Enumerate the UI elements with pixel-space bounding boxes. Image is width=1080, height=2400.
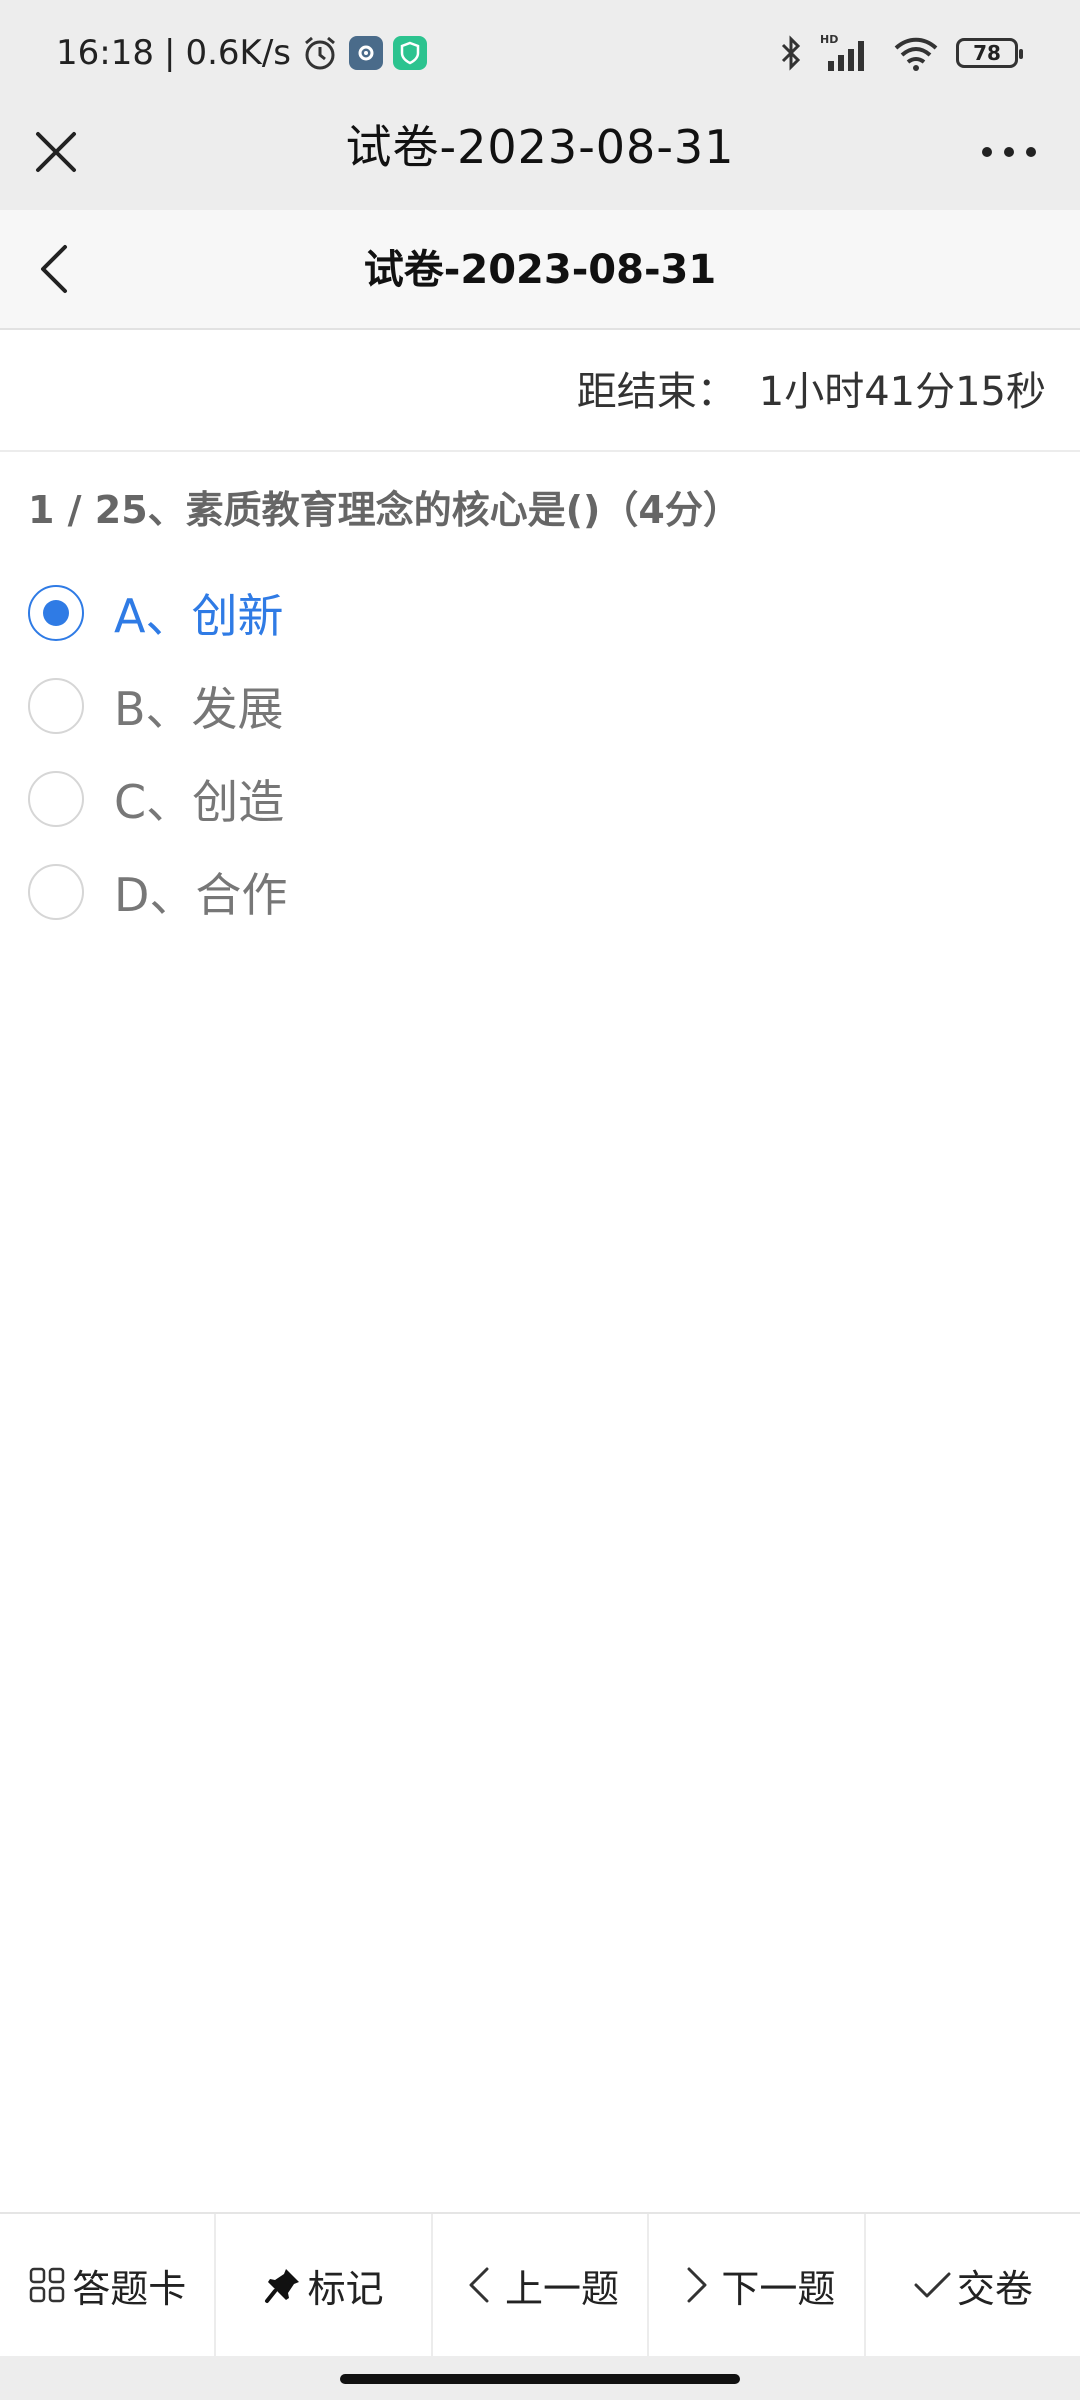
previous-question-button[interactable]: 上一题 xyxy=(433,2214,650,2356)
chevron-right-icon xyxy=(687,2267,707,2303)
question-text: 1 / 25、素质教育理念的核心是()（4分） xyxy=(28,488,741,532)
countdown-label: 距结束： xyxy=(576,369,737,415)
answer-card-button[interactable]: 答题卡 xyxy=(0,2214,217,2356)
radio-button-selected[interactable] xyxy=(28,584,84,641)
next-question-label: 下一题 xyxy=(721,2266,836,2311)
answer-card-label: 答题卡 xyxy=(72,2266,187,2311)
radio-button[interactable] xyxy=(28,863,84,920)
mark-label: 标记 xyxy=(307,2266,384,2311)
option-c[interactable]: C、创造 xyxy=(0,752,1080,845)
next-question-button[interactable]: 下一题 xyxy=(649,2214,866,2356)
countdown-row: 距结束： 1小时41分15秒 xyxy=(0,332,1080,452)
option-label: C、创造 xyxy=(114,774,285,829)
option-a[interactable]: A、创新 xyxy=(0,566,1080,659)
status-bar: 16:18 | 0.6K/s HD 78 xyxy=(0,0,1080,104)
submit-exam-button[interactable]: 交卷 xyxy=(866,2214,1080,2356)
signal-icon: HD xyxy=(820,33,864,71)
status-time: 16:18 xyxy=(56,33,154,73)
radio-button[interactable] xyxy=(28,677,84,734)
page-header: 试卷-2023-08-31 xyxy=(0,210,1080,330)
alarm-icon xyxy=(305,36,335,70)
option-label: B、发展 xyxy=(114,681,284,736)
home-indicator[interactable] xyxy=(340,2374,740,2384)
wifi-icon xyxy=(894,37,938,71)
network-speed: 0.6K/s xyxy=(185,33,291,73)
wechat-title: 试卷-2023-08-31 xyxy=(345,120,735,174)
option-d[interactable]: D、合作 xyxy=(0,845,1080,938)
shield-app-icon xyxy=(393,36,427,70)
radio-button[interactable] xyxy=(28,770,84,827)
status-left: 16:18 | 0.6K/s xyxy=(56,28,427,78)
page-title: 试卷-2023-08-31 xyxy=(363,247,717,293)
previous-question-label: 上一题 xyxy=(505,2266,620,2311)
pin-icon xyxy=(264,2269,299,2303)
gesture-area xyxy=(0,2356,1080,2400)
check-icon xyxy=(914,2272,951,2298)
status-right: HD 78 xyxy=(778,28,1023,78)
option-label: A、创新 xyxy=(114,588,284,643)
status-separator: | xyxy=(163,33,176,73)
grid-icon xyxy=(29,2267,65,2303)
gear-app-icon xyxy=(349,36,383,70)
option-label: D、合作 xyxy=(114,867,288,922)
submit-exam-label: 交卷 xyxy=(956,2266,1033,2311)
battery-icon: 78 xyxy=(956,38,1023,68)
answer-options: A、创新 B、发展 C、创造 D、合作 xyxy=(0,566,1080,938)
mark-button[interactable]: 标记 xyxy=(216,2214,433,2356)
more-icon xyxy=(982,147,1036,157)
more-button[interactable] xyxy=(974,124,1044,180)
bottom-toolbar: 答题卡 标记 上一题 下一题 交卷 xyxy=(0,2212,1080,2356)
countdown-value: 1小时41分15秒 xyxy=(758,369,1046,415)
countdown: 距结束： 1小时41分15秒 xyxy=(577,332,1046,452)
option-b[interactable]: B、发展 xyxy=(0,659,1080,752)
chevron-left-icon xyxy=(469,2267,489,2303)
bluetooth-icon xyxy=(781,35,801,71)
wechat-title-bar: 试卷-2023-08-31 xyxy=(0,104,1080,210)
battery-level: 78 xyxy=(973,41,1001,65)
svg-text:HD: HD xyxy=(820,33,838,46)
